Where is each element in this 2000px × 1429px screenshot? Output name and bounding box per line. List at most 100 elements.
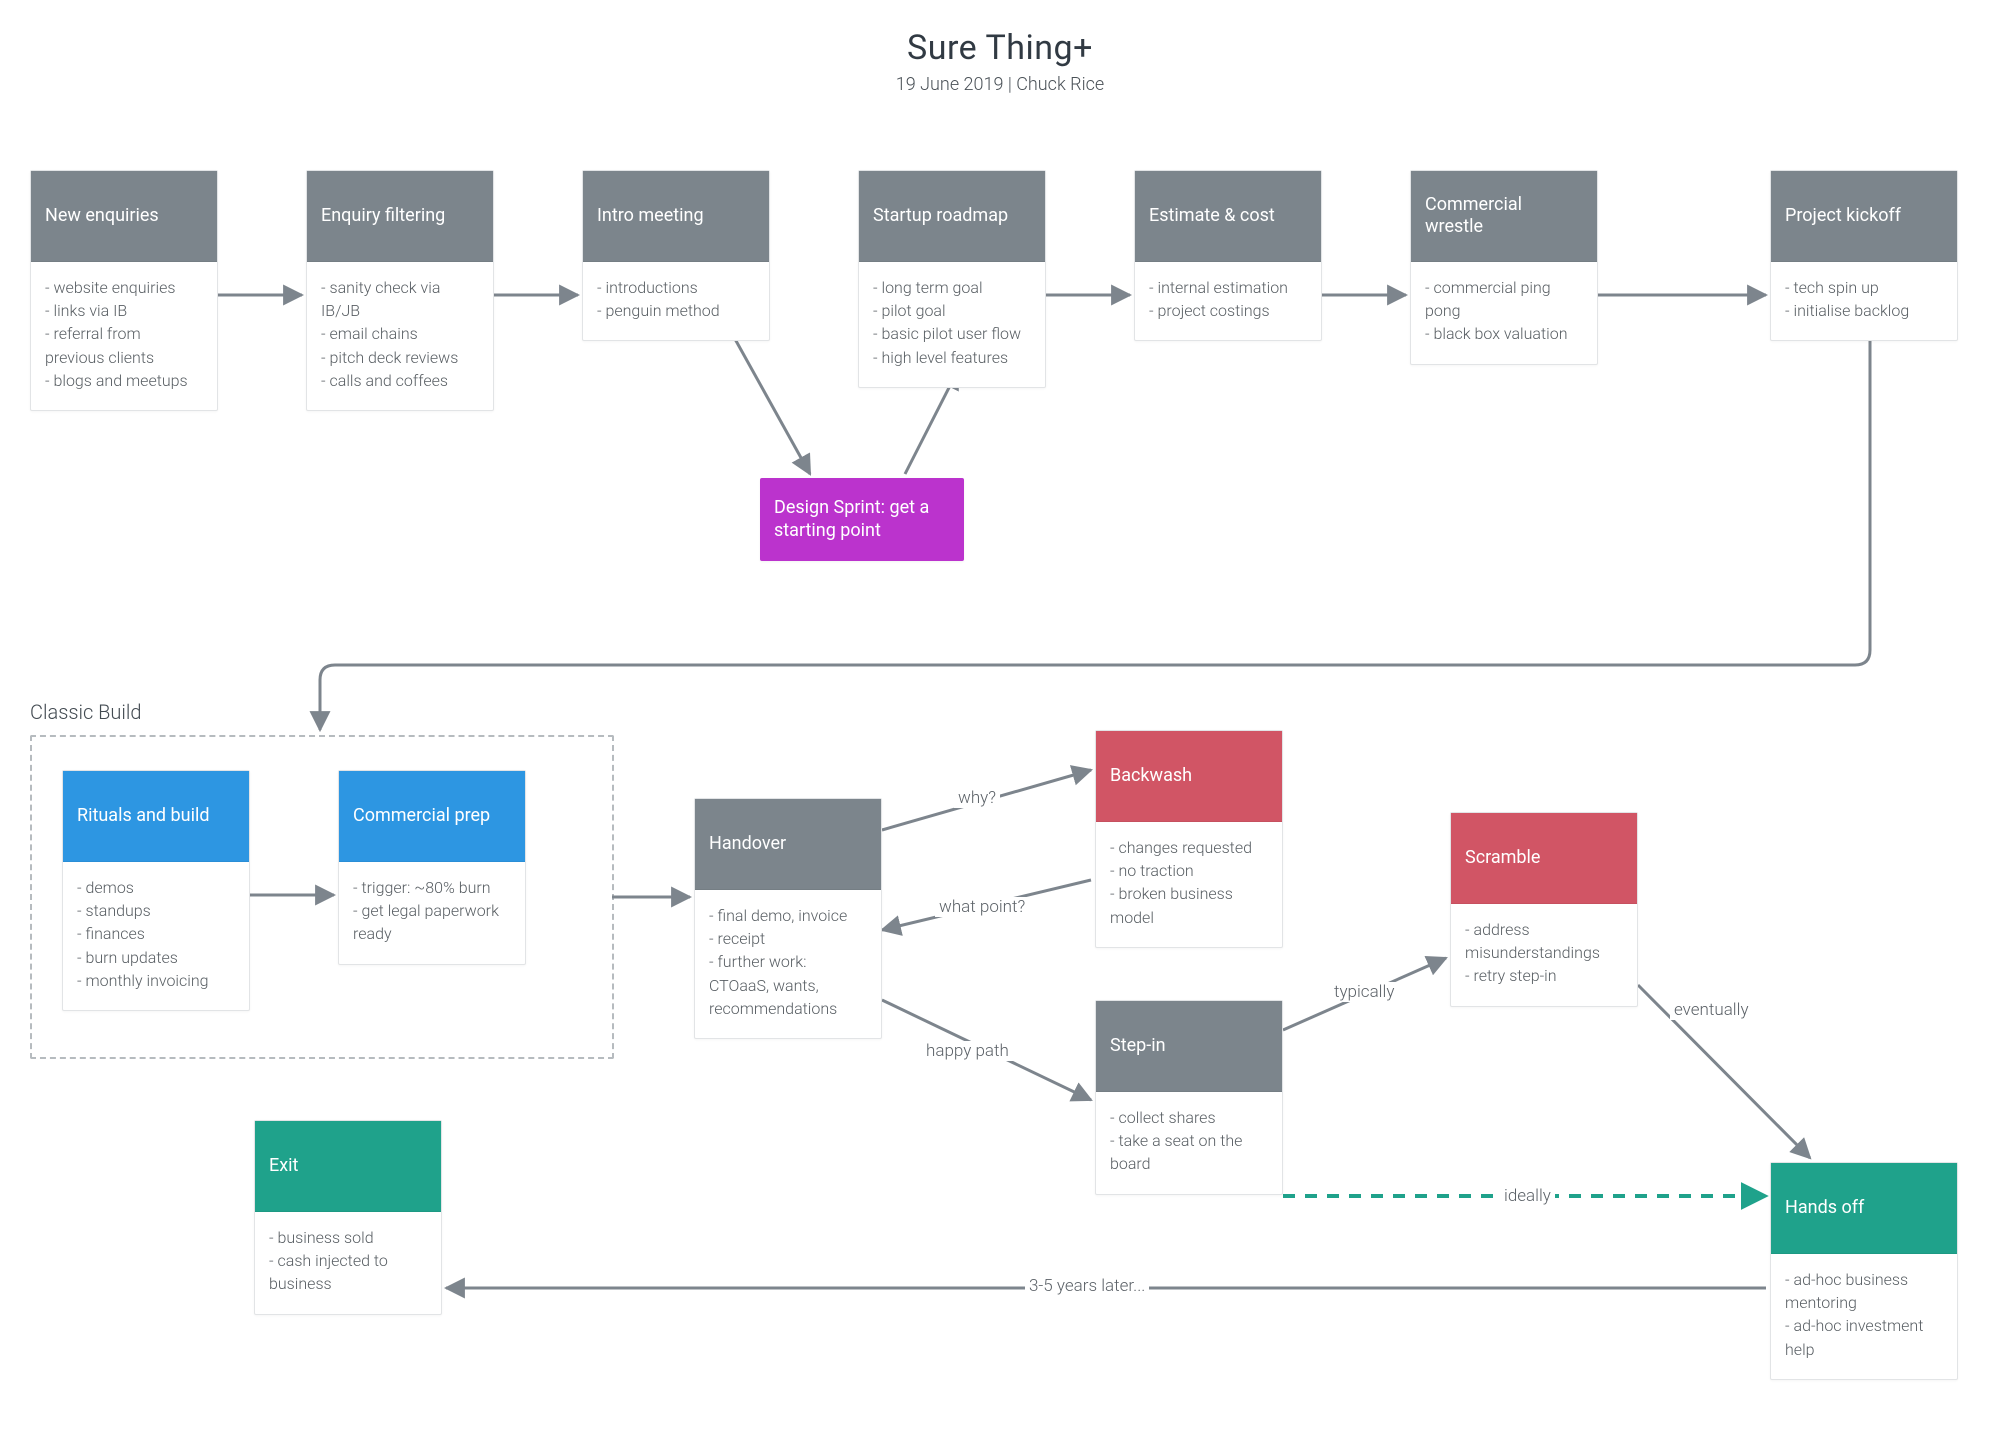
node-body-item: initialise backlog [1785, 299, 1943, 322]
node-intro-meeting: Intro meeting introductionspenguin metho… [582, 170, 770, 341]
node-body-item: pitch deck reviews [321, 346, 479, 369]
node-commercial-prep: Commercial prep trigger: ~80% burnget le… [338, 770, 526, 965]
node-header: Estimate & cost [1135, 171, 1321, 262]
node-new-enquiries: New enquiries website enquirieslinks via… [30, 170, 218, 411]
node-body: internal estimationproject costings [1135, 262, 1321, 340]
edge-label-typically: typically [1330, 982, 1398, 1002]
node-handover: Handover final demo, invoicereceiptfurth… [694, 798, 882, 1039]
node-header: Backwash [1096, 731, 1282, 822]
node-body-item: introductions [597, 276, 755, 299]
edge-label-what-point: what point? [935, 897, 1029, 917]
node-label: Design Sprint: get a starting point [774, 497, 929, 541]
diagram-stage: Sure Thing+ 19 June 2019 | Chuck Rice Ne… [0, 0, 2000, 1429]
node-body-item: burn updates [77, 946, 235, 969]
node-body-item: blogs and meetups [45, 369, 203, 392]
node-estimate-cost: Estimate & cost internal estimationproje… [1134, 170, 1322, 341]
node-header: Startup roadmap [859, 171, 1045, 262]
node-body: tech spin upinitialise backlog [1771, 262, 1957, 340]
node-body-item: trigger: ~80% burn [353, 876, 511, 899]
node-header: Intro meeting [583, 171, 769, 262]
node-body: demosstandupsfinancesburn updatesmonthly… [63, 862, 249, 1010]
node-body-item: collect shares [1110, 1106, 1268, 1129]
node-body-item: finances [77, 922, 235, 945]
node-body: collect sharestake a seat on the board [1096, 1092, 1282, 1194]
node-body-item: receipt [709, 927, 867, 950]
node-header: Commercial wrestle [1411, 171, 1597, 262]
group-label-classic-build: Classic Build [30, 700, 142, 724]
edge-label-years-later: 3-5 years later... [1025, 1276, 1149, 1296]
node-rituals-build: Rituals and build demosstandupsfinancesb… [62, 770, 250, 1011]
node-step-in: Step-in collect sharestake a seat on the… [1095, 1000, 1283, 1195]
node-header: New enquiries [31, 171, 217, 262]
node-body-item: black box valuation [1425, 322, 1583, 345]
node-design-sprint: Design Sprint: get a starting point [760, 478, 964, 561]
node-body-item: internal estimation [1149, 276, 1307, 299]
node-body-item: tech spin up [1785, 276, 1943, 299]
node-body: business soldcash injected to business [255, 1212, 441, 1314]
node-body: long term goalpilot goalbasic pilot user… [859, 262, 1045, 387]
node-body: final demo, invoicereceiptfurther work: … [695, 890, 881, 1038]
title-block: Sure Thing+ 19 June 2019 | Chuck Rice [0, 28, 2000, 95]
node-body-item: standups [77, 899, 235, 922]
node-body: trigger: ~80% burnget legal paperwork re… [339, 862, 525, 964]
node-backwash: Backwash changes requestedno tractionbro… [1095, 730, 1283, 948]
edge-label-happy-path: happy path [922, 1041, 1013, 1061]
node-body-item: no traction [1110, 859, 1268, 882]
node-body-item: referral from previous clients [45, 322, 203, 368]
node-body-item: address misunderstandings [1465, 918, 1623, 964]
node-body: changes requestedno tractionbroken busin… [1096, 822, 1282, 947]
node-header: Exit [255, 1121, 441, 1212]
node-body: ad-hoc business mentoringad-hoc investme… [1771, 1254, 1957, 1379]
node-header: Rituals and build [63, 771, 249, 862]
node-body-item: long term goal [873, 276, 1031, 299]
node-startup-roadmap: Startup roadmap long term goalpilot goal… [858, 170, 1046, 388]
node-header: Step-in [1096, 1001, 1282, 1092]
node-body: introductionspenguin method [583, 262, 769, 340]
node-body-item: ad-hoc business mentoring [1785, 1268, 1943, 1314]
node-body: website enquirieslinks via IBreferral fr… [31, 262, 217, 410]
node-body-item: demos [77, 876, 235, 899]
node-body: sanity check via IB/JBemail chainspitch … [307, 262, 493, 410]
node-body: commercial ping pongblack box valuation [1411, 262, 1597, 364]
edge-label-eventually: eventually [1670, 1000, 1753, 1020]
node-body-item: take a seat on the board [1110, 1129, 1268, 1175]
node-header: Scramble [1451, 813, 1637, 904]
node-body-item: cash injected to business [269, 1249, 427, 1295]
node-body-item: further work: CTOaaS, wants, recommendat… [709, 950, 867, 1020]
node-body-item: monthly invoicing [77, 969, 235, 992]
node-body-item: sanity check via IB/JB [321, 276, 479, 322]
diagram-subtitle: 19 June 2019 | Chuck Rice [0, 74, 2000, 95]
node-body-item: broken business model [1110, 882, 1268, 928]
node-hands-off: Hands off ad-hoc business mentoringad-ho… [1770, 1162, 1958, 1380]
node-header: Handover [695, 799, 881, 890]
node-enquiry-filtering: Enquiry filtering sanity check via IB/JB… [306, 170, 494, 411]
node-header: Commercial prep [339, 771, 525, 862]
node-body-item: project costings [1149, 299, 1307, 322]
node-body-item: ad-hoc investment help [1785, 1314, 1943, 1360]
node-body-item: business sold [269, 1226, 427, 1249]
node-body-item: commercial ping pong [1425, 276, 1583, 322]
node-body-item: high level features [873, 346, 1031, 369]
node-body-item: get legal paperwork ready [353, 899, 511, 945]
node-body-item: calls and coffees [321, 369, 479, 392]
edge-label-why: why? [954, 788, 1000, 808]
node-header: Project kickoff [1771, 171, 1957, 262]
node-body: address misunderstandingsretry step-in [1451, 904, 1637, 1006]
node-scramble: Scramble address misunderstandingsretry … [1450, 812, 1638, 1007]
node-exit: Exit business soldcash injected to busin… [254, 1120, 442, 1315]
diagram-title: Sure Thing+ [0, 28, 2000, 68]
node-body-item: retry step-in [1465, 964, 1623, 987]
node-body-item: changes requested [1110, 836, 1268, 859]
node-body-item: basic pilot user flow [873, 322, 1031, 345]
node-body-item: penguin method [597, 299, 755, 322]
node-header: Enquiry filtering [307, 171, 493, 262]
node-body-item: links via IB [45, 299, 203, 322]
node-commercial-wrestle: Commercial wrestle commercial ping pongb… [1410, 170, 1598, 365]
edge-label-ideally: ideally [1500, 1186, 1555, 1206]
node-body-item: pilot goal [873, 299, 1031, 322]
node-header: Hands off [1771, 1163, 1957, 1254]
node-body-item: final demo, invoice [709, 904, 867, 927]
node-body-item: website enquiries [45, 276, 203, 299]
node-body-item: email chains [321, 322, 479, 345]
node-project-kickoff: Project kickoff tech spin upinitialise b… [1770, 170, 1958, 341]
